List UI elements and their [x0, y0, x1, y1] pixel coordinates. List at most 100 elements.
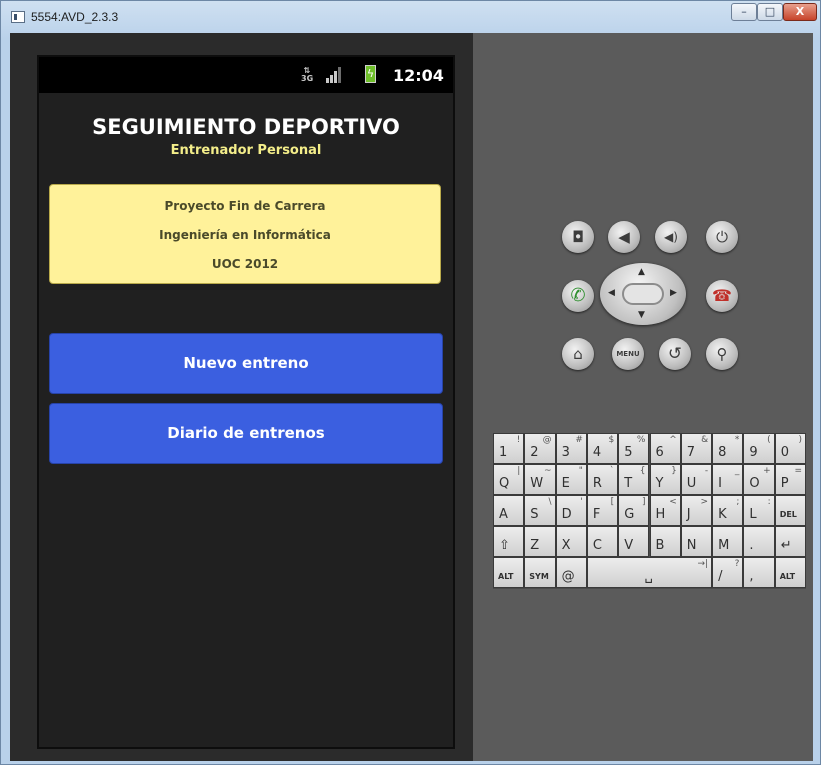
key-label: L: [749, 507, 757, 522]
key-label: 7: [686, 445, 696, 460]
emulator-controls-panel: [473, 33, 813, 761]
key-4-3[interactable]: X: [555, 526, 587, 557]
key-symbol: `: [609, 466, 615, 476]
key-3-2[interactable]: S \: [524, 495, 556, 526]
key-symbol: ~: [544, 466, 552, 476]
key-5-6[interactable]: ,: [743, 557, 775, 588]
key-1-6[interactable]: 6 ^: [649, 433, 681, 464]
key-label: 6: [655, 445, 664, 460]
key-label: J: [686, 507, 691, 522]
key-5-7[interactable]: ALT: [774, 557, 806, 588]
key-label: 4: [592, 445, 602, 460]
key-1-1[interactable]: 1!: [493, 433, 525, 464]
key-3-4[interactable]: F[: [586, 495, 619, 526]
dpad-up-icon[interactable]: ▲: [638, 267, 645, 277]
key-3-7[interactable]: J >: [680, 495, 713, 526]
key-4-1[interactable]: ⇧: [493, 526, 525, 557]
key-label: 9: [749, 445, 758, 460]
key-1-8[interactable]: 8 *: [712, 433, 744, 464]
dpad-center-button[interactable]: [622, 283, 664, 305]
key-3-6[interactable]: H <: [649, 495, 681, 526]
key-4-8[interactable]: M: [712, 526, 744, 557]
call-icon[interactable]: ✆: [562, 280, 594, 312]
key-label: Y: [655, 476, 664, 491]
signal-icon: [326, 67, 344, 83]
new-training-button[interactable]: Nuevo entreno: [49, 333, 443, 394]
back-icon[interactable]: ↺: [659, 338, 691, 370]
key-3-3[interactable]: D ': [555, 495, 587, 526]
key-2-2[interactable]: W ~: [524, 464, 556, 495]
key-2-3[interactable]: E ": [555, 464, 587, 495]
key-label: .: [749, 538, 754, 553]
dpad[interactable]: ▲ ▼ ◀ ▶: [600, 263, 686, 325]
key-1-3[interactable]: 3 #: [555, 433, 587, 464]
key-symbol: &: [701, 435, 709, 445]
dpad-right-icon[interactable]: ▶: [670, 288, 677, 298]
key-4-6[interactable]: B: [649, 526, 681, 557]
dpad-down-icon[interactable]: ▼: [638, 310, 645, 320]
key-5-3[interactable]: @: [555, 557, 587, 588]
key-symbol: ?: [734, 559, 740, 569]
home-icon[interactable]: ⌂: [562, 338, 594, 370]
key-symbol: :: [767, 497, 771, 507]
key-3-9[interactable]: L:: [743, 495, 775, 526]
key-1-4[interactable]: 4 $: [586, 433, 619, 464]
training-diary-button[interactable]: Diario de entrenos: [49, 403, 443, 464]
key-label: D: [561, 507, 572, 522]
status-clock: 12:04: [393, 66, 444, 85]
key-4-7[interactable]: N: [680, 526, 713, 557]
key-2-1[interactable]: Q |: [493, 464, 525, 495]
key-2-10[interactable]: P =: [774, 464, 806, 495]
window-title: 5554:AVD_2.3.3: [31, 10, 119, 24]
close-button[interactable]: X: [783, 3, 817, 21]
key-3-5[interactable]: G]: [618, 495, 650, 526]
key-1-7[interactable]: 7 &: [680, 433, 713, 464]
key-symbol: %: [636, 435, 646, 445]
end-call-icon[interactable]: ☎: [706, 280, 738, 312]
volume-up-icon[interactable]: ◀): [655, 221, 687, 253]
key-1-10[interactable]: 0): [774, 433, 806, 464]
power-icon[interactable]: ⏻: [706, 221, 738, 253]
key-1-2[interactable]: 2 @: [524, 433, 556, 464]
project-info-box: Proyecto Fin de Carrera Ingeniería en In…: [49, 184, 441, 284]
key-3-8[interactable]: K;: [712, 495, 744, 526]
search-icon[interactable]: ⚲: [706, 338, 738, 370]
key-5-1[interactable]: ALT: [493, 557, 525, 588]
key-2-9[interactable]: O +: [743, 464, 775, 495]
key-5-5[interactable]: /?: [712, 557, 744, 588]
key-4-5[interactable]: V: [618, 526, 650, 557]
key-label: @: [561, 569, 575, 584]
key-4-10[interactable]: ↵: [774, 526, 806, 557]
key-label: F: [592, 507, 601, 522]
key-label: K: [718, 507, 727, 522]
key-label: H: [655, 507, 666, 522]
camera-icon[interactable]: ◘: [562, 221, 594, 253]
key-1-5[interactable]: 5%: [618, 433, 650, 464]
key-2-7[interactable]: U-: [680, 464, 713, 495]
title-bar[interactable]: 5554:AVD_2.3.3 – □ X: [1, 1, 820, 33]
minimize-button[interactable]: –: [731, 3, 757, 21]
key-2-6[interactable]: Y}: [649, 464, 681, 495]
phone-screen[interactable]: ⇅ 3G ϟ 12:04 SEGUIMIENTO DEPORTIVO Entren…: [37, 55, 455, 749]
key-2-5[interactable]: T{: [618, 464, 650, 495]
key-5-2[interactable]: SYM: [524, 557, 556, 588]
key-5-4[interactable]: ␣ →|: [586, 557, 713, 588]
key-symbol: ^: [669, 435, 677, 445]
key-1-9[interactable]: 9(: [743, 433, 775, 464]
key-label: DEL: [779, 510, 797, 519]
key-2-8[interactable]: I _: [712, 464, 744, 495]
key-3-10[interactable]: DEL: [774, 495, 806, 526]
key-3-1[interactable]: A: [493, 495, 525, 526]
dpad-left-icon[interactable]: ◀: [608, 288, 615, 298]
key-symbol: ;: [736, 497, 740, 507]
menu-icon[interactable]: MENU: [612, 338, 644, 370]
key-label: W: [530, 476, 544, 491]
key-4-4[interactable]: C: [586, 526, 619, 557]
key-2-4[interactable]: R `: [586, 464, 619, 495]
volume-down-icon[interactable]: ◀: [608, 221, 640, 253]
key-label: S: [530, 507, 539, 522]
maximize-button[interactable]: □: [757, 3, 783, 21]
key-4-2[interactable]: Z: [524, 526, 556, 557]
key-symbol: >: [700, 497, 709, 507]
key-4-9[interactable]: .: [743, 526, 775, 557]
